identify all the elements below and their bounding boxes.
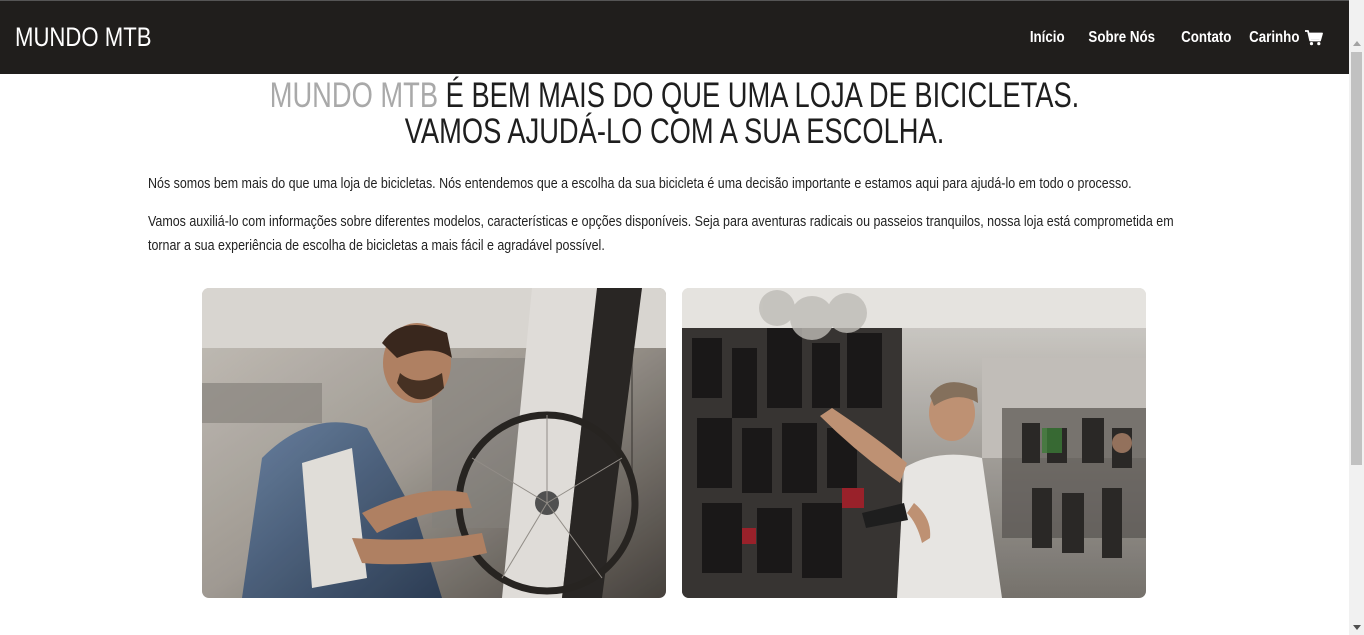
photo-mechanic-repairing-bike — [202, 288, 666, 598]
nav-menu: Início Sobre Nós Contato Carinho — [1011, 29, 1323, 47]
scrollbar-thumb[interactable] — [1351, 52, 1362, 465]
headline-line-1-rest: É BEM MAIS DO QUE UMA LOJA DE BICICLETAS… — [438, 76, 1080, 115]
page-scrollbar[interactable] — [1349, 0, 1364, 635]
scroll-down-arrow-icon[interactable] — [1349, 620, 1364, 635]
photo-gallery — [202, 288, 1146, 598]
headline-line-1: MUNDO MTB É BEM MAIS DO QUE UMA LOJA DE … — [148, 78, 1200, 114]
intro-paragraph-1: Nós somos bem mais do que uma loja de bi… — [148, 176, 1132, 192]
nav-cart[interactable]: Carinho — [1245, 29, 1323, 47]
intro-content: Nós somos bem mais do que uma loja de bi… — [148, 172, 1178, 272]
headline-line-2: VAMOS AJUDÁ-LO COM A SUA ESCOLHA. — [404, 112, 945, 151]
nav-link-contato[interactable]: Contato — [1181, 29, 1231, 47]
intro-paragraph-2: Vamos auxiliá-lo com informações sobre d… — [148, 214, 1174, 254]
photo-man-in-bike-shop — [682, 288, 1146, 598]
headline-accent: MUNDO MTB — [269, 76, 439, 115]
nav-cart-label[interactable]: Carinho — [1250, 29, 1300, 47]
brand-logo[interactable]: MUNDO MTB — [15, 22, 152, 53]
page-headline: MUNDO MTB É BEM MAIS DO QUE UMA LOJA DE … — [0, 78, 1349, 150]
scroll-up-arrow-icon[interactable] — [1349, 36, 1364, 51]
nav-link-sobre-nos[interactable]: Sobre Nós — [1089, 29, 1156, 47]
shopping-cart-icon[interactable] — [1305, 29, 1323, 46]
nav-link-inicio[interactable]: Início — [1030, 29, 1065, 47]
top-navbar: MUNDO MTB Início Sobre Nós Contato Carin… — [0, 0, 1349, 74]
